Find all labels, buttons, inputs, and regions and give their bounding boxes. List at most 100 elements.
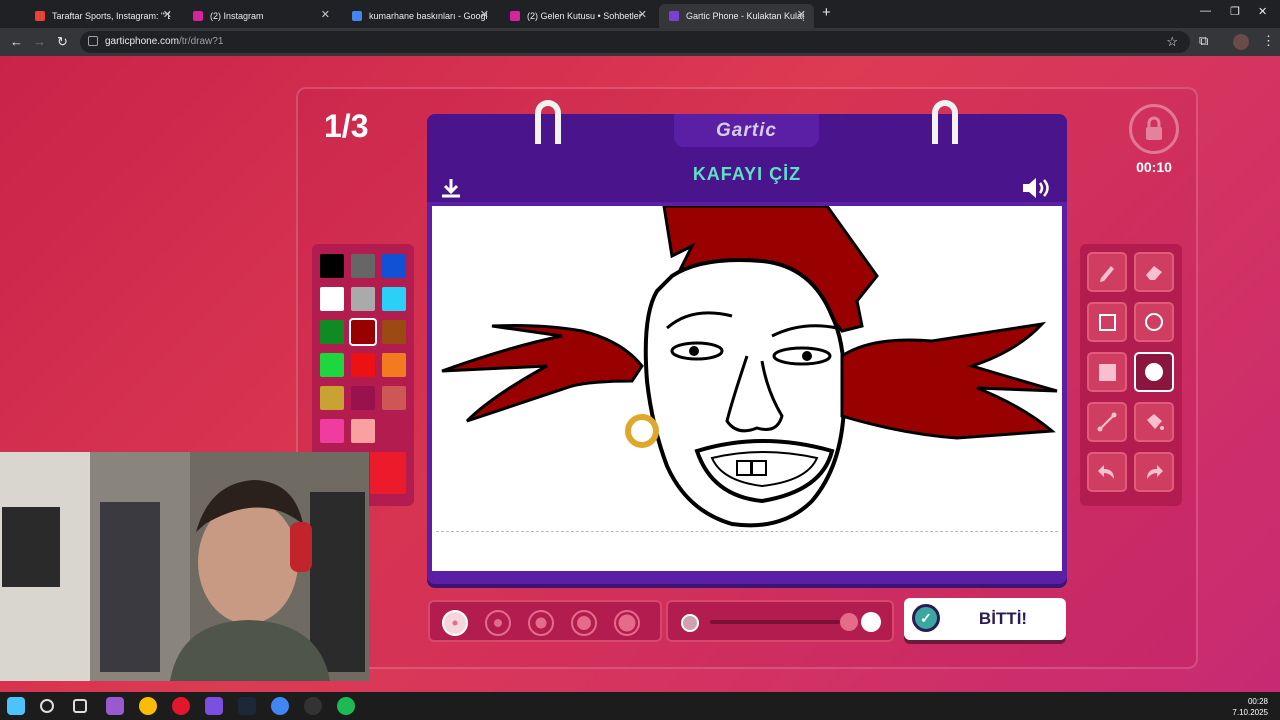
- webcam-overlay: [0, 452, 369, 681]
- brush-size-button[interactable]: [571, 610, 597, 636]
- redo-tool-button[interactable]: [1134, 452, 1174, 492]
- browser-tab[interactable]: (2) Instagram ✕: [183, 4, 338, 28]
- forward-icon[interactable]: →: [33, 34, 46, 49]
- ellipse-filled-tool-button[interactable]: [1134, 352, 1174, 392]
- extensions-icon[interactable]: ⧉: [1199, 33, 1208, 49]
- browser-tab[interactable]: kumarhane baskınları - Google ✕: [342, 4, 497, 28]
- browser-tab[interactable]: Taraftar Sports, Instagram: ""Bu ✕: [25, 4, 180, 28]
- opacity-slider[interactable]: [666, 600, 894, 642]
- color-swatch[interactable]: [351, 254, 375, 278]
- done-button[interactable]: ✓ BİTTİ!: [904, 598, 1066, 640]
- drawing-artwork: [441, 206, 1058, 528]
- color-swatch[interactable]: [382, 287, 406, 311]
- color-swatch[interactable]: [320, 419, 344, 443]
- browser-tab[interactable]: Gartic Phone - Kulaktan Kulağa ✕: [659, 4, 814, 28]
- tab-close-icon[interactable]: ✕: [480, 8, 489, 21]
- brush-size-dot: [535, 617, 547, 629]
- eraser-icon: [1146, 266, 1162, 280]
- app-icon[interactable]: [205, 697, 223, 715]
- color-swatch[interactable]: [351, 287, 375, 311]
- color-swatch[interactable]: [382, 353, 406, 377]
- color-swatch[interactable]: [320, 254, 344, 278]
- color-swatch[interactable]: [320, 287, 344, 311]
- brush-size-dot: [494, 619, 502, 627]
- new-tab-button[interactable]: +: [822, 4, 831, 21]
- color-swatch[interactable]: [351, 386, 375, 410]
- tab-close-icon[interactable]: ✕: [321, 8, 330, 21]
- brush-size-selector: [428, 600, 662, 642]
- color-swatch[interactable]: [320, 320, 344, 344]
- brush-size-button[interactable]: [485, 610, 511, 636]
- color-swatch[interactable]: [320, 353, 344, 377]
- bucket-fill-icon: [1147, 414, 1164, 430]
- restore-icon[interactable]: ❐: [1230, 5, 1240, 18]
- tab-close-icon[interactable]: ✕: [797, 8, 806, 21]
- color-swatch[interactable]: [320, 386, 344, 410]
- ellipse-filled-icon: [1145, 363, 1163, 381]
- ellipse-outline-icon: [1145, 313, 1163, 331]
- task-view-icon[interactable]: [73, 699, 87, 713]
- url-text[interactable]: garticphone.com/tr/draw?1: [105, 36, 223, 47]
- back-icon[interactable]: ←: [10, 34, 23, 49]
- line-tool-button[interactable]: [1087, 402, 1127, 442]
- copilot-icon[interactable]: [106, 697, 124, 715]
- lock-icon: [1146, 116, 1162, 140]
- check-icon: ✓: [912, 604, 940, 632]
- pencil-tool-button[interactable]: [1087, 252, 1127, 292]
- reload-icon[interactable]: ↻: [57, 34, 68, 50]
- done-label: BİTTİ!: [978, 609, 1028, 628]
- profile-avatar[interactable]: [1233, 34, 1249, 50]
- brush-size-dot: [452, 620, 458, 626]
- brush-size-dot: [577, 616, 591, 630]
- brush-size-button[interactable]: [442, 610, 468, 636]
- search-icon[interactable]: [40, 699, 54, 713]
- brush-size-button[interactable]: [528, 610, 554, 636]
- tab-title: Gartic Phone - Kulaktan Kulağa: [686, 11, 804, 21]
- color-swatch[interactable]: [370, 452, 406, 494]
- bucket-fill-tool-button[interactable]: [1134, 402, 1174, 442]
- drawing-board: Gartic KAFAYI ÇİZ: [427, 100, 1067, 584]
- chrome-icon[interactable]: [139, 697, 157, 715]
- opacity-track[interactable]: [710, 620, 840, 624]
- menu-kebab-icon[interactable]: ⋮: [1262, 33, 1275, 49]
- gartic-logo: Gartic: [674, 114, 819, 147]
- color-swatch[interactable]: [382, 320, 406, 344]
- google-icon: [352, 11, 362, 21]
- eraser-tool-button[interactable]: [1134, 252, 1174, 292]
- browser-tab-bar: Taraftar Sports, Instagram: ""Bu ✕ (2) Ins…: [0, 0, 1280, 28]
- opacity-handle[interactable]: [840, 613, 858, 631]
- undo-tool-button[interactable]: [1087, 452, 1127, 492]
- steam-icon[interactable]: [238, 697, 256, 715]
- color-swatch[interactable]: [382, 386, 406, 410]
- undo-icon: [1098, 465, 1114, 479]
- obs-icon[interactable]: [304, 697, 322, 715]
- bookmark-star-icon[interactable]: ☆: [1166, 34, 1178, 50]
- color-swatch[interactable]: [351, 419, 375, 443]
- download-icon[interactable]: [439, 176, 463, 206]
- windows-start-icon[interactable]: [7, 697, 25, 715]
- canvas-guideline: [436, 531, 1058, 532]
- color-swatch[interactable]: [382, 254, 406, 278]
- tool-panel: [1080, 244, 1182, 506]
- opera-icon[interactable]: [172, 697, 190, 715]
- browser-tab[interactable]: (2) Gelen Kutusu • Sohbetler ✕: [500, 4, 655, 28]
- color-swatch[interactable]: [349, 318, 377, 346]
- tab-close-icon[interactable]: ✕: [163, 8, 172, 21]
- rectangle-filled-tool-button[interactable]: [1087, 352, 1127, 392]
- drawing-canvas[interactable]: [432, 206, 1062, 571]
- minimize-icon[interactable]: —: [1200, 5, 1211, 17]
- system-clock[interactable]: 00:28 7.10.2025: [1232, 696, 1268, 718]
- chrome-active-icon[interactable]: [271, 697, 289, 715]
- spotify-icon[interactable]: [337, 697, 355, 715]
- rectangle-outline-tool-button[interactable]: [1087, 302, 1127, 342]
- sound-icon[interactable]: [1021, 176, 1053, 206]
- ellipse-outline-tool-button[interactable]: [1134, 302, 1174, 342]
- color-swatch[interactable]: [351, 353, 375, 377]
- site-info-icon[interactable]: [88, 36, 98, 46]
- binder-ring-right: [932, 100, 958, 144]
- close-window-icon[interactable]: ✕: [1258, 5, 1267, 18]
- opacity-min-icon: [681, 614, 699, 632]
- brush-size-button[interactable]: [614, 610, 640, 636]
- address-bar[interactable]: garticphone.com/tr/draw?1 ☆: [80, 31, 1190, 53]
- tab-close-icon[interactable]: ✕: [638, 8, 647, 21]
